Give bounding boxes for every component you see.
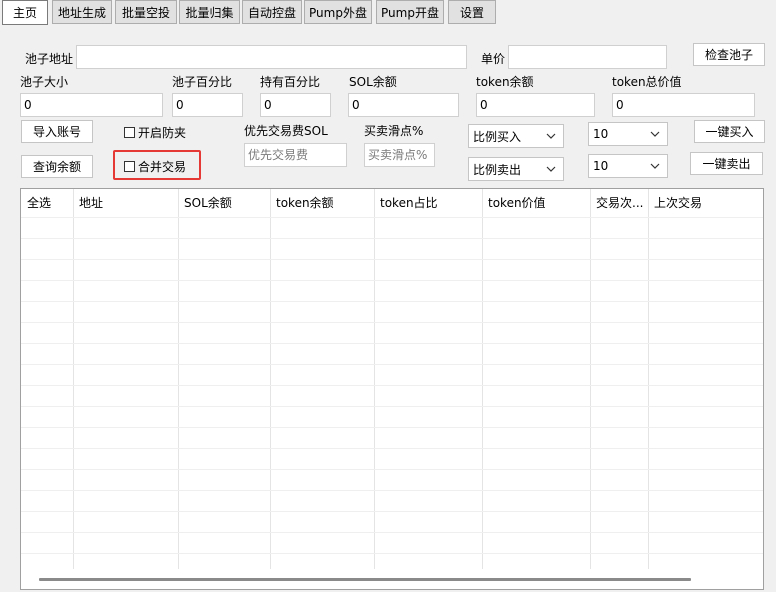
query-balance-button[interactable]: 查询余额 bbox=[21, 155, 93, 178]
merge-trade-label: 合并交易 bbox=[138, 159, 187, 174]
tab-label: Pump开盘 bbox=[381, 5, 439, 20]
anti-sandwich-label: 开启防夹 bbox=[138, 125, 187, 140]
column-last-trade[interactable]: 上次交易 bbox=[648, 189, 758, 217]
import-account-button[interactable]: 导入账号 bbox=[21, 120, 93, 143]
tab-label: 设置 bbox=[459, 5, 484, 20]
sell-mode-select[interactable]: 比例卖出 bbox=[468, 157, 564, 181]
column-address[interactable]: 地址 bbox=[73, 189, 178, 217]
pool-address-label: 池子地址 bbox=[25, 52, 74, 66]
pool-size-field[interactable]: 0 bbox=[20, 93, 163, 117]
pool-size-label: 池子大小 bbox=[20, 75, 69, 89]
tab-label: Pump外盘 bbox=[309, 5, 367, 20]
tab-auto-control[interactable]: 自动控盘 bbox=[242, 0, 302, 24]
table-header: 全选 地址 SOL余额 token余额 token占比 token价值 交易次.… bbox=[21, 189, 763, 217]
chevron-down-icon bbox=[650, 131, 660, 137]
tab-label: 批量空投 bbox=[121, 5, 170, 20]
priority-fee-label: 优先交易费SOL bbox=[244, 124, 328, 138]
token-balance-field[interactable]: 0 bbox=[476, 93, 595, 117]
token-balance-label: token余额 bbox=[476, 75, 534, 89]
column-token-ratio[interactable]: token占比 bbox=[374, 189, 482, 217]
pool-percent-field[interactable]: 0 bbox=[172, 93, 243, 117]
anti-sandwich-checkbox[interactable]: 开启防夹 bbox=[124, 123, 186, 141]
column-select-all[interactable]: 全选 bbox=[21, 189, 73, 217]
tab-batch-collect[interactable]: 批量归集 bbox=[179, 0, 240, 24]
tab-label: 地址生成 bbox=[57, 5, 106, 20]
pool-address-input[interactable] bbox=[76, 45, 467, 69]
chevron-down-icon bbox=[546, 166, 556, 172]
sol-balance-label: SOL余额 bbox=[349, 75, 397, 89]
one-click-sell-button[interactable]: 一键卖出 bbox=[690, 152, 763, 175]
tab-label: 自动控盘 bbox=[247, 5, 296, 20]
chevron-down-icon bbox=[650, 163, 660, 169]
horizontal-scrollbar[interactable] bbox=[39, 578, 691, 581]
sell-amount-value: 10 bbox=[593, 159, 609, 173]
slippage-label: 买卖滑点% bbox=[364, 124, 424, 138]
tab-home[interactable]: 主页 bbox=[2, 0, 48, 25]
tab-settings[interactable]: 设置 bbox=[448, 0, 496, 24]
slippage-input[interactable] bbox=[364, 143, 435, 167]
column-sol-balance[interactable]: SOL余额 bbox=[178, 189, 270, 217]
unit-price-input[interactable] bbox=[508, 45, 667, 69]
sell-mode-value: 比例卖出 bbox=[473, 162, 522, 177]
tab-label: 主页 bbox=[12, 6, 37, 20]
accounts-table[interactable]: 全选 地址 SOL余额 token余额 token占比 token价值 交易次.… bbox=[20, 188, 764, 590]
tab-label: 批量归集 bbox=[185, 5, 234, 20]
chevron-down-icon bbox=[546, 133, 556, 139]
check-pool-button[interactable]: 检查池子 bbox=[693, 43, 765, 66]
checkbox-box[interactable] bbox=[124, 160, 135, 172]
buy-mode-select[interactable]: 比例买入 bbox=[468, 124, 564, 148]
token-total-field[interactable]: 0 bbox=[612, 93, 755, 117]
tab-pump-open[interactable]: Pump开盘 bbox=[376, 0, 444, 24]
column-trade-count[interactable]: 交易次... bbox=[590, 189, 648, 217]
column-token-balance[interactable]: token余额 bbox=[270, 189, 374, 217]
buy-mode-value: 比例买入 bbox=[473, 129, 522, 144]
hold-percent-label: 持有百分比 bbox=[260, 75, 321, 89]
checkbox-box[interactable] bbox=[124, 126, 135, 138]
one-click-buy-button[interactable]: 一键买入 bbox=[694, 120, 765, 143]
sol-balance-field[interactable]: 0 bbox=[348, 93, 459, 117]
buy-amount-select[interactable]: 10 bbox=[588, 122, 668, 146]
tab-batch-airdrop[interactable]: 批量空投 bbox=[115, 0, 177, 24]
tab-pump-outer[interactable]: Pump外盘 bbox=[304, 0, 372, 24]
tab-address-gen[interactable]: 地址生成 bbox=[52, 0, 112, 24]
sell-amount-select[interactable]: 10 bbox=[588, 154, 668, 178]
priority-fee-input[interactable] bbox=[244, 143, 347, 167]
buy-amount-value: 10 bbox=[593, 127, 609, 141]
merge-trade-checkbox[interactable]: 合并交易 bbox=[124, 157, 186, 175]
hold-percent-field[interactable]: 0 bbox=[260, 93, 331, 117]
unit-price-label: 单价 bbox=[481, 52, 506, 66]
token-total-label: token总价值 bbox=[612, 75, 682, 89]
pool-percent-label: 池子百分比 bbox=[172, 75, 233, 89]
column-token-value[interactable]: token价值 bbox=[482, 189, 590, 217]
